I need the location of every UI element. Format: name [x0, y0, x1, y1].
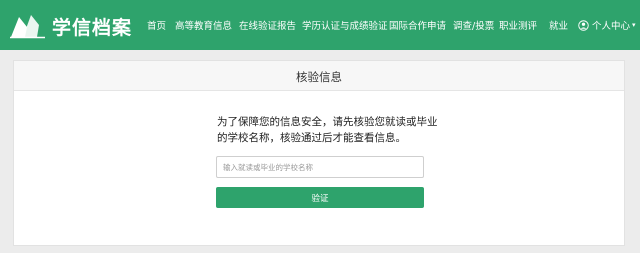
verify-card: 核验信息 为了保障您的信息安全，请先核验您就读或毕业的学校名称，核验通过后才能查… — [13, 60, 625, 246]
school-name-input[interactable] — [216, 156, 424, 178]
card-title: 核验信息 — [296, 70, 342, 84]
nav-home[interactable]: 首页 — [147, 18, 166, 32]
logo-text: 学信档案 — [52, 16, 133, 39]
verify-button[interactable]: 验证 — [216, 187, 424, 208]
nav-international-cooperation[interactable]: 国际合作申请 — [389, 18, 446, 32]
nav-higher-education[interactable]: 高等教育信息 — [175, 18, 232, 32]
nav-survey-vote[interactable]: 调查/投票 — [453, 18, 494, 32]
card-header: 核验信息 — [14, 61, 624, 91]
verify-message: 为了保障您的信息安全，请先核验您就读或毕业的学校名称，核验通过后才能查看信息。 — [217, 116, 438, 144]
logo-book-icon — [10, 15, 45, 39]
user-icon — [578, 19, 589, 31]
chevron-down-icon: ▾ — [632, 21, 636, 29]
nav-online-verification-report[interactable]: 在线验证报告 — [239, 18, 296, 32]
user-center-menu[interactable]: 个人中心 ▾ — [578, 18, 636, 32]
top-navbar: 学信档案 首页 高等教育信息 在线验证报告 学历认证与成绩验证 国际合作申请 调… — [0, 0, 640, 50]
nav-degree-certification[interactable]: 学历认证与成绩验证 — [302, 18, 388, 32]
user-center-label: 个人中心 — [592, 21, 631, 32]
nav-career-assessment[interactable]: 职业测评 — [499, 18, 537, 32]
nav-employment[interactable]: 就业 — [549, 18, 568, 32]
site-logo[interactable]: 学信档案 — [9, 11, 132, 41]
